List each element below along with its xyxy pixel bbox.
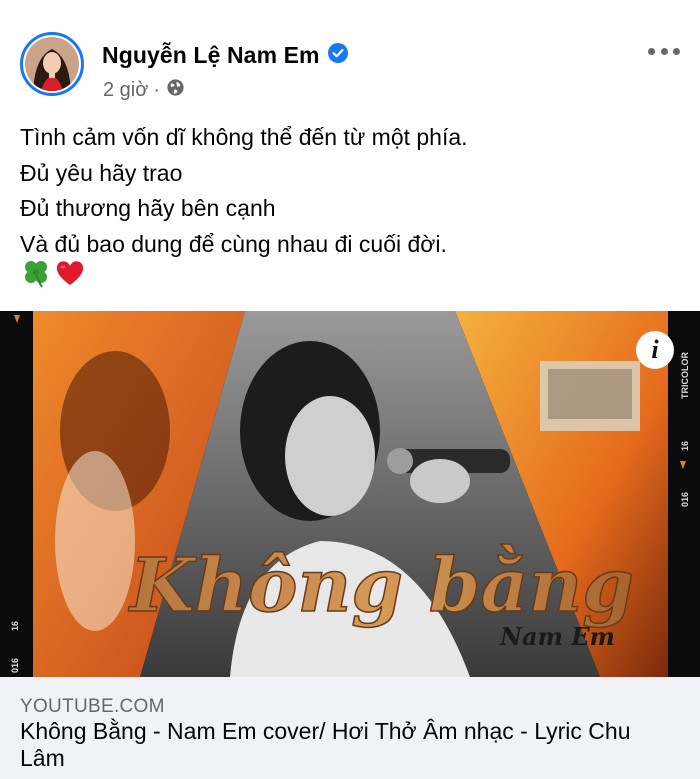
more-options-icon[interactable] xyxy=(648,42,680,60)
post-text-line: Đủ thương hãy bên cạnh xyxy=(20,195,276,221)
side-label-left: 016 xyxy=(10,658,20,673)
side-label-left: 16 xyxy=(10,621,20,631)
side-label-right: TRICOLOR xyxy=(680,352,690,399)
info-icon[interactable]: i xyxy=(636,331,674,369)
more-dot xyxy=(648,47,655,55)
post-text-line: Và đủ bao dung để cùng nhau đi cuối đời. xyxy=(20,230,447,257)
link-domain[interactable]: YOUTUBE.COM xyxy=(20,696,165,718)
link-title[interactable]: Không Bằng - Nam Em cover/ Hơi Thở Âm nh… xyxy=(20,718,660,772)
post-header: Nguyễn Lệ Nam Em 2 giờ · xyxy=(0,0,700,110)
author-name[interactable]: Nguyễn Lệ Nam Em xyxy=(102,42,320,69)
avatar-image xyxy=(25,37,79,91)
video-thumbnail[interactable]: 16 016 TRICOLOR 16 016 Không bằng Nam Em xyxy=(0,311,700,677)
four-leaf-clover-icon xyxy=(20,257,52,294)
post-timestamp[interactable]: 2 giờ xyxy=(103,79,148,102)
post-text: Tình cảm vốn dĩ không thể đến từ một phí… xyxy=(20,120,680,262)
verified-badge-icon xyxy=(320,43,348,68)
thumbnail-title: Không bằng xyxy=(128,543,634,629)
post-text-line: Đủ yêu hãy trao xyxy=(20,159,183,186)
post-text-line: Tình cảm vốn dĩ không thể đến từ một phí… xyxy=(20,124,468,150)
thumbnail-artist: Nam Em xyxy=(499,622,615,651)
more-dot xyxy=(660,47,668,55)
emoji-row xyxy=(20,257,86,294)
author-row: Nguyễn Lệ Nam Em xyxy=(102,42,348,69)
more-dot xyxy=(673,47,680,55)
red-heart-icon xyxy=(54,257,86,294)
author-avatar[interactable] xyxy=(20,32,84,96)
side-label-right: 016 xyxy=(680,492,690,507)
globe-icon[interactable] xyxy=(166,78,185,103)
post-meta: 2 giờ · xyxy=(103,78,185,103)
meta-separator: · xyxy=(153,79,161,101)
side-label-right: 16 xyxy=(680,441,690,451)
